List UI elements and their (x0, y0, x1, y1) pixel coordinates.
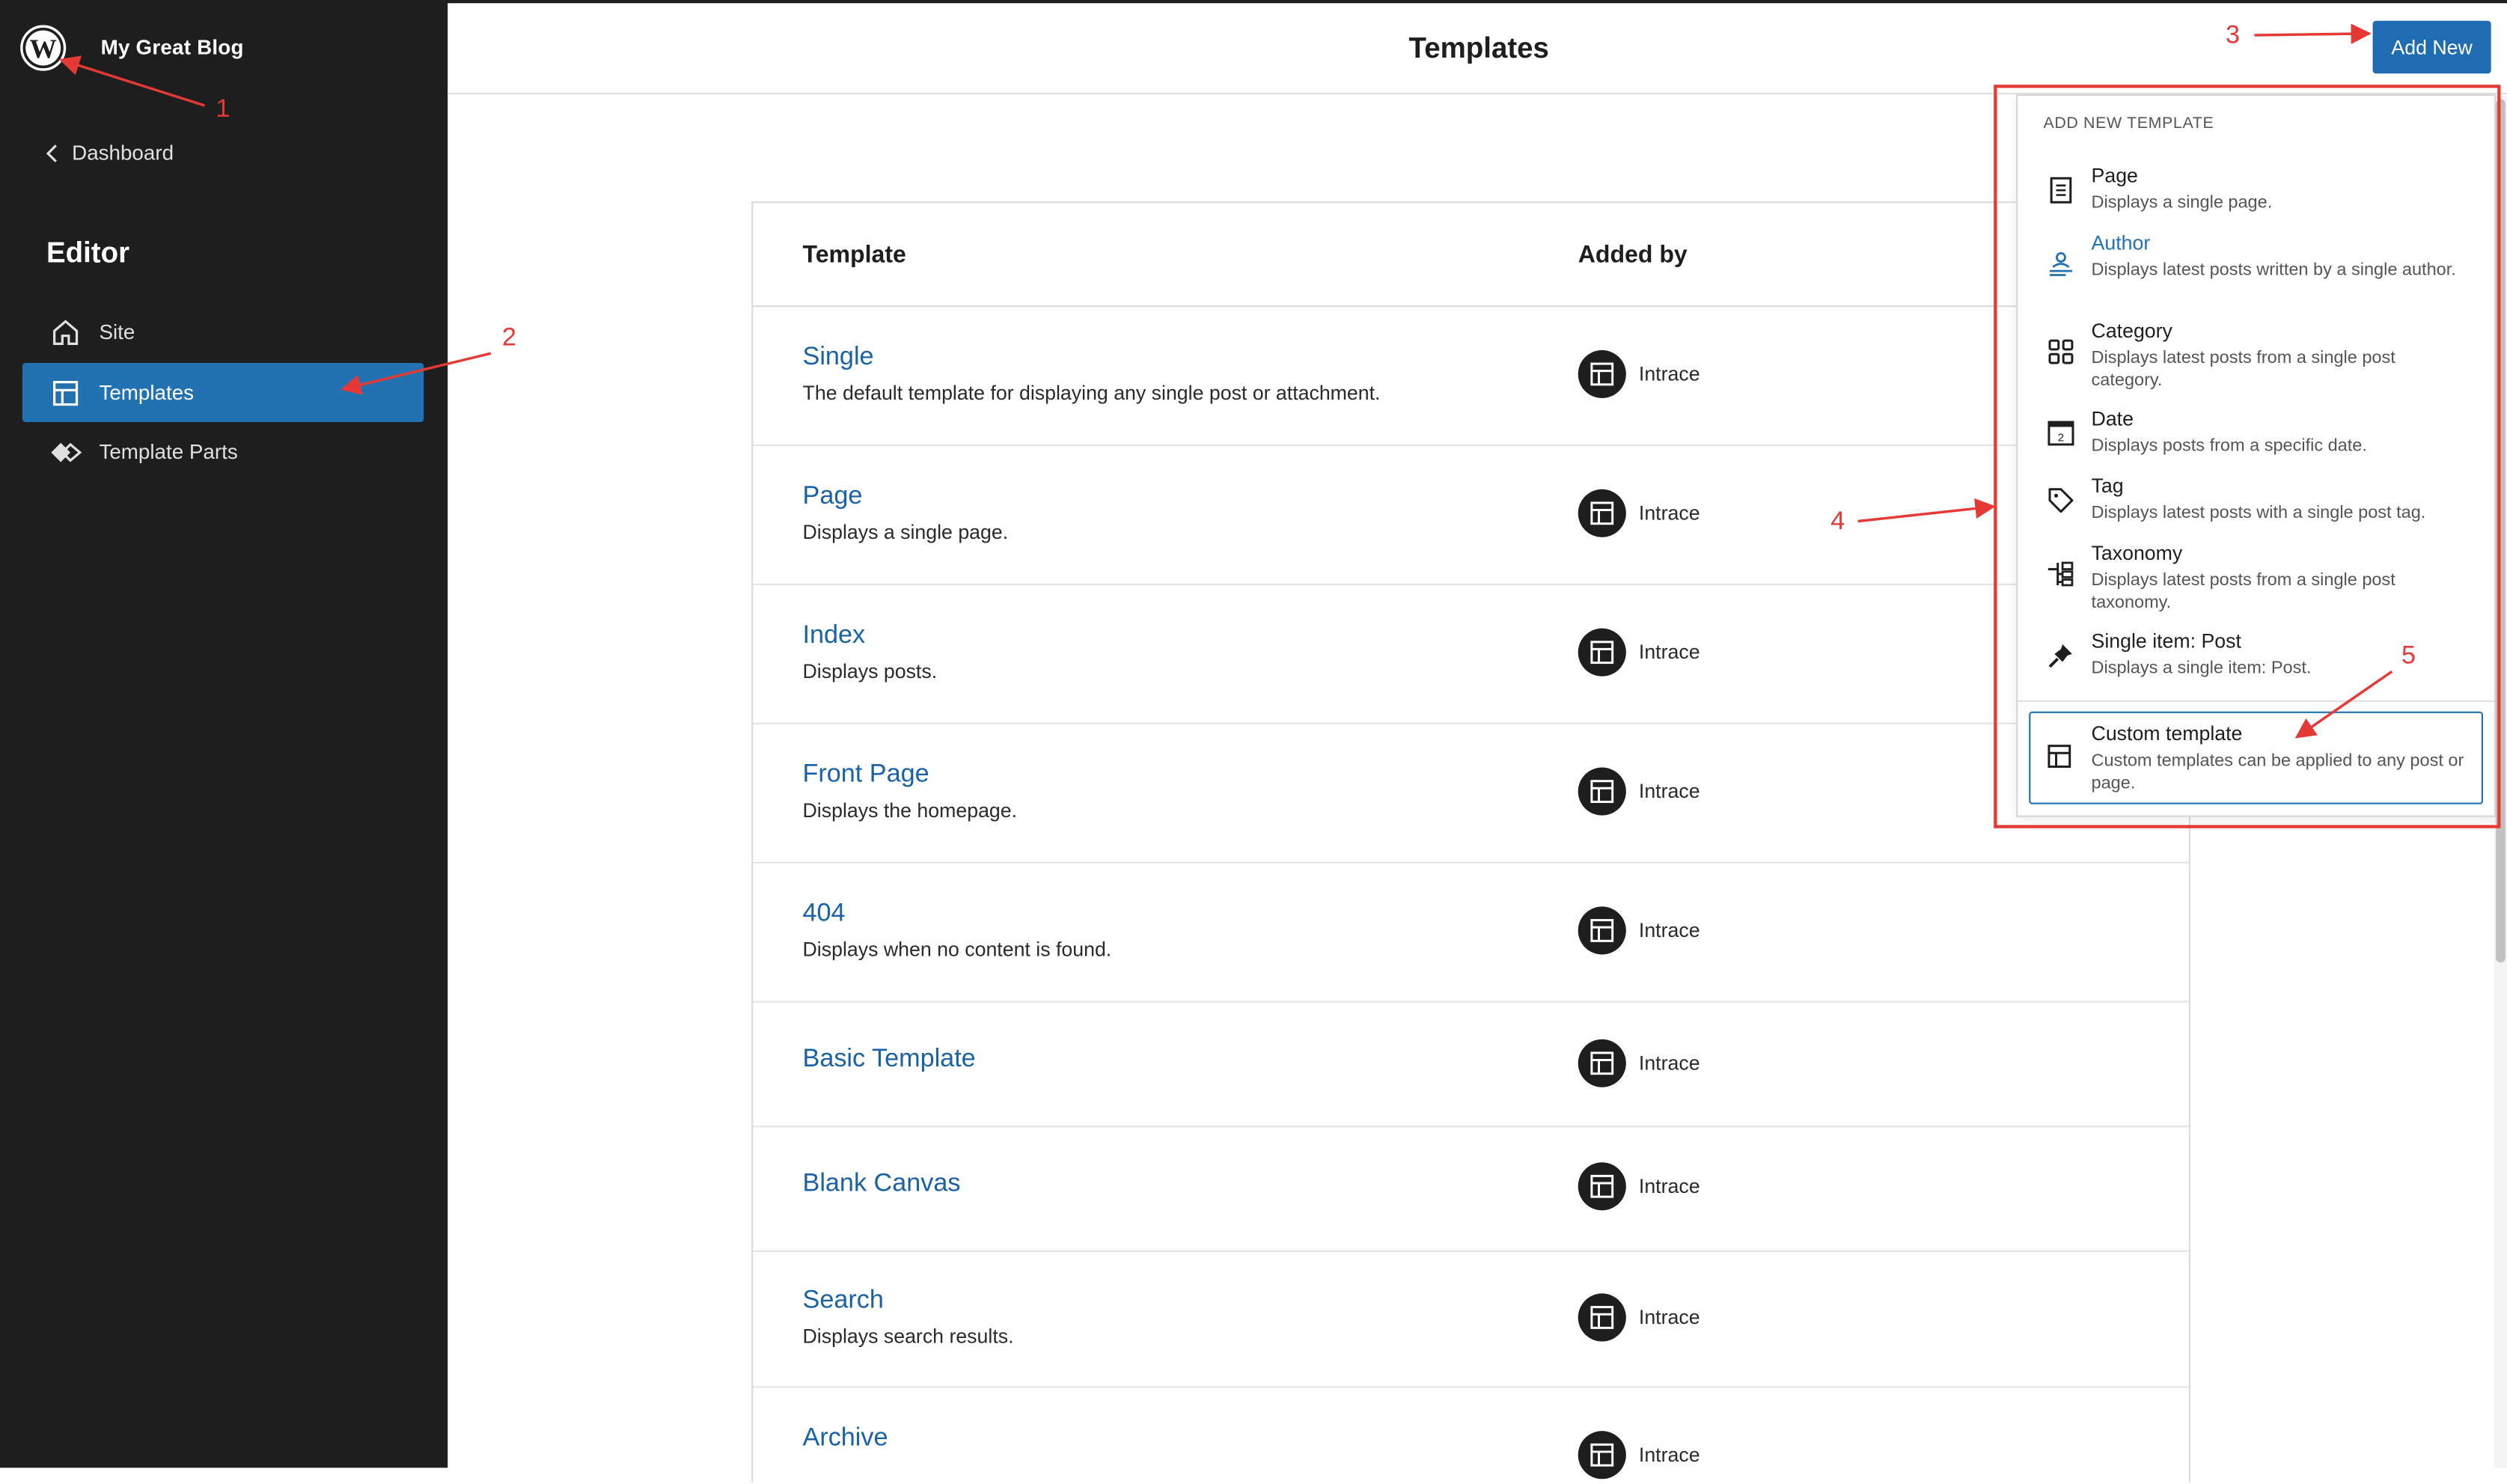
table-row: Basic Template Intrace (753, 1003, 2189, 1128)
layout-avatar-icon (1578, 767, 1626, 816)
author-name: Intrace (1638, 919, 1700, 942)
table-row: Front Page Displays the homepage. Intrac… (753, 724, 2189, 864)
template-description: Displays posts. (802, 660, 938, 683)
dashboard-link[interactable]: Dashboard (43, 141, 174, 165)
author-name: Intrace (1638, 1444, 1700, 1467)
page-title: Templates (1408, 31, 1549, 64)
layout-avatar-icon (1578, 1162, 1626, 1211)
sidebar-item-label: Site (99, 320, 135, 344)
diamond-icon (49, 436, 82, 468)
layout-avatar-icon (1578, 1293, 1626, 1342)
author-name: Intrace (1638, 780, 1700, 803)
table-row: Page Displays a single page. Intrace (753, 446, 2189, 585)
template-description: Displays the homepage. (802, 799, 1018, 822)
column-header-added-by: Added by (1578, 241, 1688, 269)
layout-icon (49, 376, 82, 409)
table-row: Single The default template for displayi… (753, 307, 2189, 447)
added-by: Intrace (1578, 767, 1700, 816)
section-heading: Editor (46, 236, 130, 269)
table-row: Blank Canvas Intrace (753, 1127, 2189, 1252)
author-name: Intrace (1638, 1306, 1700, 1329)
sidebar-item-templates[interactable]: Templates (22, 362, 424, 423)
added-by: Intrace (1578, 1162, 1700, 1211)
author-name: Intrace (1638, 501, 1700, 525)
header: Templates (448, 3, 2507, 95)
dashboard-label: Dashboard (72, 141, 174, 165)
wordpress-logo-icon[interactable]: W (19, 24, 67, 72)
layout-avatar-icon (1578, 1431, 1626, 1480)
annotation-label-1: 1 (216, 96, 230, 123)
table-header: Template Added by (753, 203, 2189, 308)
added-by: Intrace (1578, 1431, 1700, 1480)
add-new-button[interactable]: Add New (2372, 20, 2491, 74)
template-description: Displays a single page. (802, 521, 1009, 544)
sidebar-item-label: Templates (99, 380, 195, 405)
column-header-template: Template (802, 241, 906, 269)
layout-avatar-icon (1578, 349, 1626, 398)
author-name: Intrace (1638, 1175, 1700, 1198)
template-name-link[interactable]: Single (803, 343, 874, 372)
annotation-label-3: 3 (2226, 22, 2241, 50)
layout-avatar-icon (1578, 1039, 1626, 1087)
template-name-link[interactable]: 404 (803, 900, 846, 929)
table-row: Archive Intrace (753, 1387, 2189, 1483)
added-by: Intrace (1578, 628, 1700, 677)
added-by: Intrace (1578, 1293, 1700, 1342)
template-name-link[interactable]: Page (803, 483, 863, 511)
template-name-link[interactable]: Blank Canvas (803, 1170, 961, 1199)
added-by: Intrace (1578, 1039, 1700, 1087)
template-name-link[interactable]: Search (803, 1287, 884, 1316)
template-description: Displays when no content is found. (802, 938, 1112, 962)
home-icon (49, 316, 82, 348)
site-title[interactable]: My Great Blog (101, 35, 244, 59)
sidebar-item-site[interactable]: Site (22, 302, 424, 361)
template-name-link[interactable]: Archive (803, 1425, 888, 1453)
template-name-link[interactable]: Index (803, 622, 866, 650)
annotation-label-2: 2 (501, 324, 516, 352)
author-name: Intrace (1638, 362, 1700, 385)
template-description: Displays search results. (802, 1325, 1014, 1349)
added-by: Intrace (1578, 489, 1700, 537)
added-by: Intrace (1578, 349, 1700, 398)
sidebar-item-label: Template Parts (99, 439, 238, 464)
template-name-link[interactable]: Basic Template (803, 1045, 976, 1074)
template-name-link[interactable]: Front Page (803, 761, 929, 790)
table-row: 404 Displays when no content is found. I… (753, 864, 2189, 1003)
annotation-label-5: 5 (2401, 642, 2416, 671)
added-by: Intrace (1578, 906, 1700, 955)
sidebar-item-template-parts[interactable]: Template Parts (22, 422, 424, 481)
chevron-left-icon (46, 144, 57, 162)
author-name: Intrace (1638, 641, 1700, 664)
template-description: The default template for displaying any … (802, 382, 1381, 405)
layout-avatar-icon (1578, 628, 1626, 677)
table-row: Index Displays posts. Intrace (753, 585, 2189, 724)
svg-text:W: W (30, 34, 57, 64)
templates-table: Template Added by Single The default tem… (751, 201, 2191, 1483)
table-row: Search Displays search results. Intrace (753, 1252, 2189, 1388)
layout-avatar-icon (1578, 906, 1626, 955)
author-name: Intrace (1638, 1051, 1700, 1075)
annotation-highlight-box (1994, 85, 2501, 828)
annotation-label-4: 4 (1830, 508, 1845, 536)
sidebar: W My Great Blog Dashboard Editor Site Te… (0, 0, 448, 1468)
layout-avatar-icon (1578, 489, 1626, 537)
